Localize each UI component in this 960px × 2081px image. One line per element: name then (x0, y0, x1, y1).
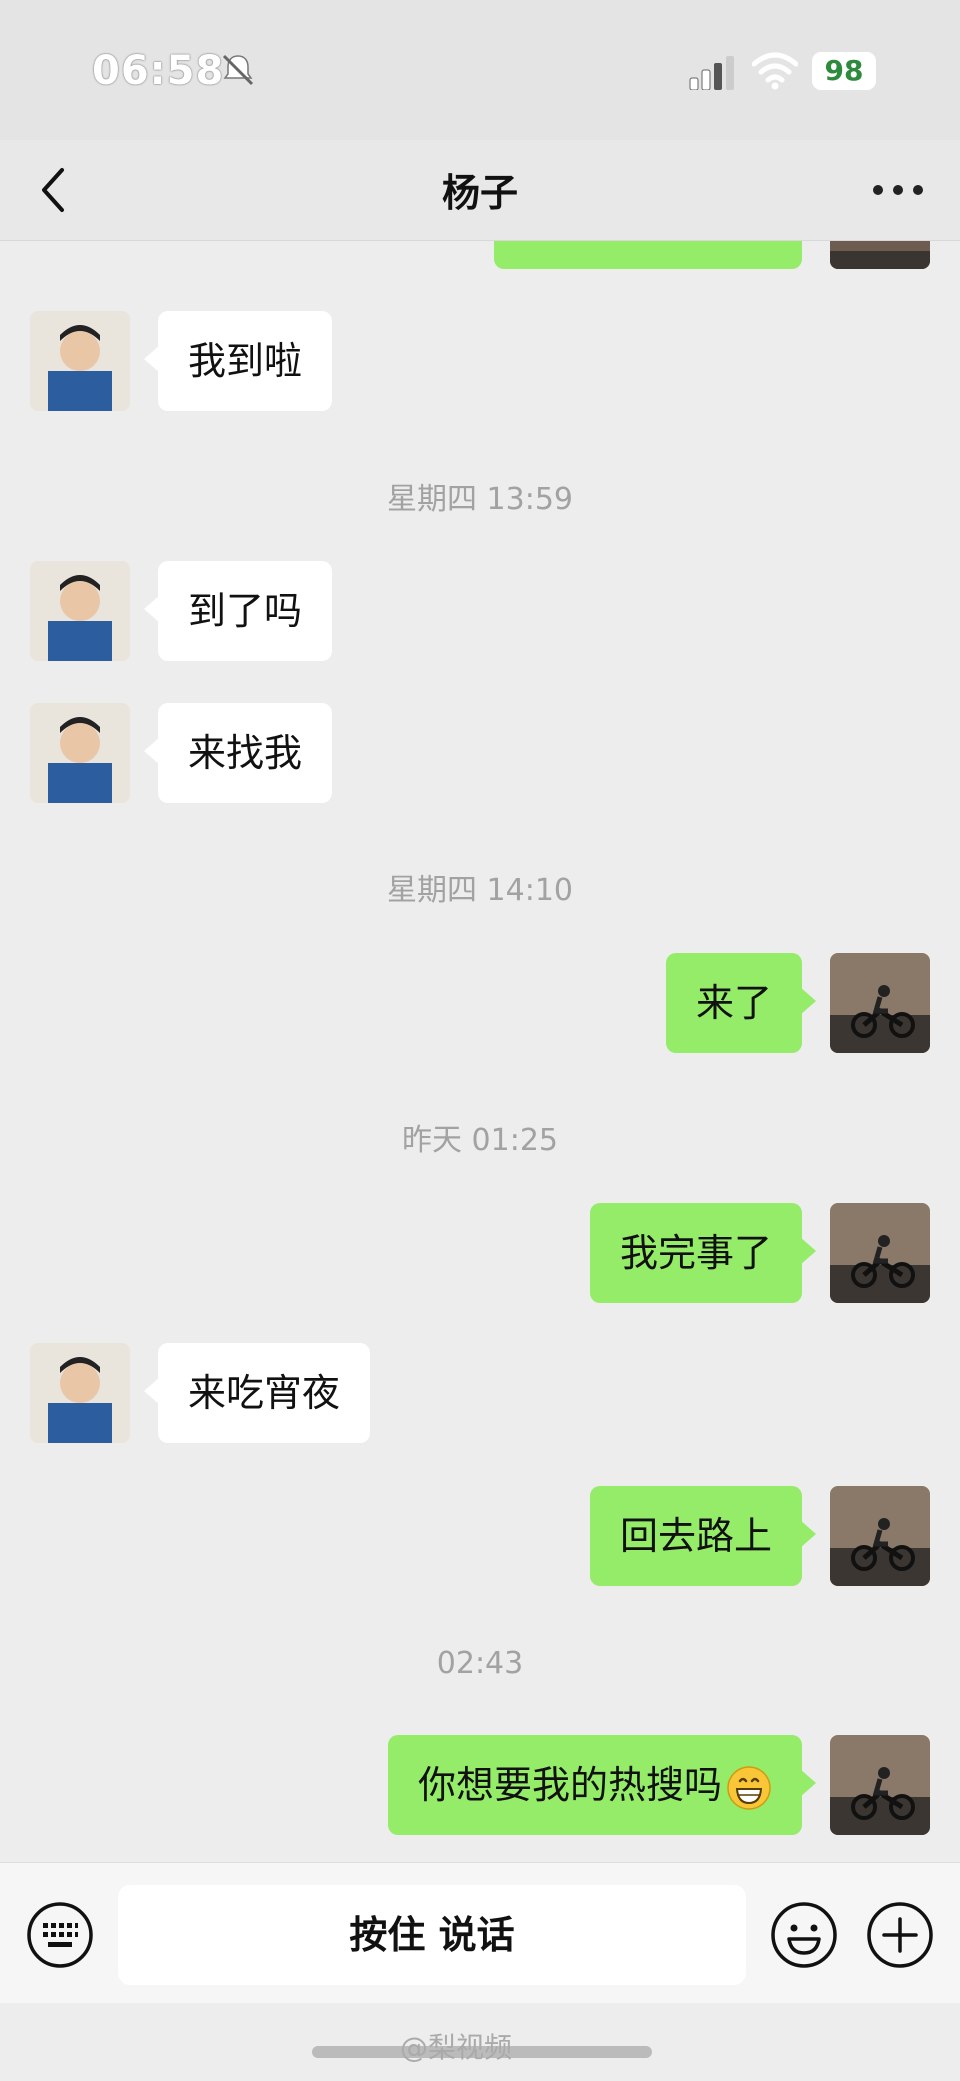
message-bubble-incoming[interactable]: 来找我 (143, 703, 333, 803)
more-options-icon[interactable] (868, 176, 928, 204)
avatar-contact[interactable] (30, 561, 130, 661)
grinning-face-emoji-icon (727, 1765, 771, 1810)
avatar-self[interactable] (830, 1735, 930, 1835)
message-bubble-outgoing[interactable]: 我完事了 (589, 1203, 817, 1303)
status-time: 06:58 (92, 48, 225, 94)
timestamp: 星期四 14:10 (387, 873, 573, 908)
avatar-contact[interactable] (30, 311, 130, 411)
message-text: 你想要我的热搜吗 (417, 1763, 722, 1807)
battery-indicator: 98 (812, 52, 876, 90)
message-bubble-incoming[interactable]: 到了吗 (143, 561, 333, 661)
message-bubble-outgoing-cut[interactable] (494, 241, 802, 269)
emoji-icon[interactable] (770, 1901, 838, 1969)
nav-bar: 杨子 (0, 140, 960, 241)
status-bar: 06:58 98 (0, 0, 960, 140)
message-bubble-incoming[interactable]: 来吃宵夜 (143, 1343, 371, 1443)
message-list[interactable]: 我到啦 星期四 13:59 到了吗 来找我 星期四 14:10 来了 昨天 01… (0, 241, 960, 1861)
watermark: @梨视频 (400, 2031, 513, 2064)
message-bubble-outgoing[interactable]: 你想要我的热搜吗 (387, 1735, 817, 1835)
plus-circle-icon[interactable] (866, 1901, 934, 1969)
chat-title: 杨子 (441, 171, 518, 215)
hold-to-talk-button[interactable]: 按住 说话 (118, 1885, 746, 1985)
timestamp: 星期四 13:59 (387, 482, 573, 517)
keyboard-icon[interactable] (26, 1901, 94, 1969)
avatar-self[interactable] (830, 241, 930, 269)
timestamp: 昨天 01:25 (402, 1123, 558, 1158)
timestamp: 02:43 (436, 1646, 524, 1681)
avatar-self[interactable] (830, 1486, 930, 1586)
avatar-self[interactable] (830, 953, 930, 1053)
cellular-signal-icon (689, 56, 734, 90)
avatar-contact[interactable] (30, 703, 130, 803)
bell-slash-icon (222, 54, 254, 86)
wifi-icon (752, 52, 798, 90)
avatar-self[interactable] (830, 1203, 930, 1303)
message-bubble-outgoing[interactable]: 回去路上 (589, 1486, 817, 1586)
avatar-contact[interactable] (30, 1343, 130, 1443)
message-bubble-incoming[interactable]: 我到啦 (143, 311, 333, 411)
message-bubble-outgoing[interactable]: 来了 (665, 953, 817, 1053)
input-bar: 按住 说话 (0, 1862, 960, 2003)
